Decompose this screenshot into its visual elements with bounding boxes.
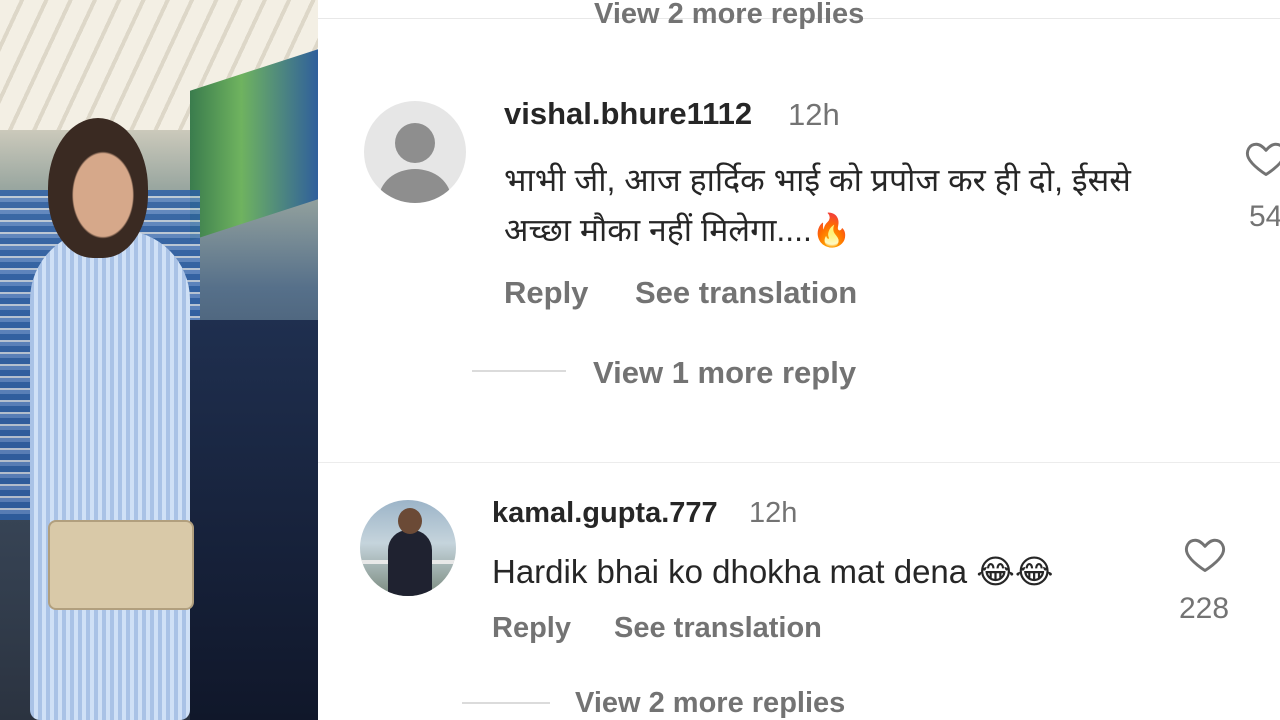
user-silhouette-icon [395,123,435,164]
view-more-replies[interactable]: View 2 more replies [575,687,845,720]
stadium-seats [190,320,318,720]
avatar[interactable] [360,500,456,596]
comment-divider [318,462,1280,463]
comment-timestamp: 12h [788,97,840,132]
view-more-line [472,370,566,372]
handbag [48,520,194,610]
heart-outline-icon[interactable] [1183,532,1227,576]
view-more-replies[interactable]: View 1 more reply [593,355,856,391]
comment-text: भाभी जी, आज हार्दिक भाई को प्रपोज कर ही … [504,162,1131,248]
see-translation-button[interactable]: See translation [614,612,822,645]
see-translation-button[interactable]: See translation [635,275,857,311]
like-count: 54 [1249,200,1280,233]
reply-button[interactable]: Reply [504,275,588,311]
post-photo [0,0,318,720]
view-more-line [462,702,550,704]
comment-text: Hardik bhai ko dhokha mat dena 😂😂 [492,553,1054,590]
person-head [48,118,148,258]
like-count: 228 [1179,592,1230,625]
comment-username[interactable]: vishal.bhure1112 [504,96,752,132]
reply-button[interactable]: Reply [492,612,571,645]
view-more-replies-top[interactable]: View 2 more replies [594,0,864,31]
avatar[interactable] [364,101,466,203]
person-figure [30,230,190,720]
comment-timestamp: 12h [749,497,798,529]
comment-username[interactable]: kamal.gupta.777 [492,497,718,530]
heart-outline-icon[interactable] [1244,136,1280,180]
